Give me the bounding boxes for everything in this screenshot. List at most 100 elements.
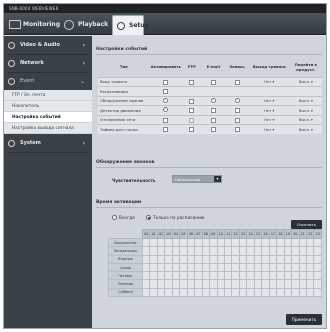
schedule-hour-header[interactable]: 11 [223, 229, 233, 239]
schedule-cell[interactable] [291, 246, 300, 256]
schedule-cell[interactable] [209, 246, 218, 256]
schedule-cell[interactable] [253, 279, 263, 289]
schedule-cell[interactable] [261, 287, 270, 298]
schedule-day-label[interactable]: Воскресенье [108, 237, 143, 248]
schedule-cell[interactable] [186, 279, 196, 289]
schedule-cell[interactable] [291, 262, 300, 273]
schedule-cell[interactable] [231, 246, 240, 256]
schedule-cell[interactable] [305, 254, 315, 264]
schedule-cell[interactable] [201, 271, 211, 281]
radio-always[interactable]: Всегда [112, 215, 135, 221]
schedule-day-label[interactable]: Вторник [108, 254, 143, 264]
schedule-cell[interactable] [261, 254, 270, 264]
schedule-cell[interactable] [246, 287, 255, 298]
schedule-cell[interactable] [223, 271, 233, 281]
schedule-hour-header[interactable]: 22 [305, 229, 315, 239]
schedule-cell[interactable] [223, 262, 233, 273]
schedule-cell[interactable] [268, 271, 278, 281]
schedule-cell[interactable] [223, 287, 233, 298]
schedule-hour-header[interactable]: 04 [171, 229, 181, 239]
schedule-cell[interactable] [261, 246, 270, 256]
schedule-cell[interactable] [216, 279, 226, 289]
schedule-hour-header[interactable]: 16 [261, 229, 270, 239]
schedule-cell[interactable] [209, 262, 218, 273]
schedule-cell[interactable] [253, 287, 263, 298]
schedule-cell[interactable] [141, 271, 151, 281]
schedule-cell[interactable] [141, 262, 151, 273]
schedule-hour-header[interactable]: 12 [231, 229, 240, 239]
activate-checkbox[interactable] [163, 89, 169, 94]
schedule-cell[interactable] [223, 279, 233, 289]
schedule-day-label[interactable]: Среда [108, 262, 143, 273]
schedule-cell[interactable] [141, 287, 151, 298]
schedule-cell[interactable] [268, 246, 278, 256]
schedule-hour-header[interactable]: 14 [246, 229, 255, 239]
schedule-cell[interactable] [223, 237, 233, 248]
schedule-hour-header[interactable]: 00 [141, 229, 151, 239]
schedule-cell[interactable] [164, 237, 173, 248]
schedule-cell[interactable] [298, 271, 308, 281]
schedule-cell[interactable] [291, 279, 300, 289]
schedule-hour-header[interactable]: 18 [276, 229, 285, 239]
schedule-cell[interactable] [305, 287, 315, 298]
schedule-cell[interactable] [171, 254, 181, 264]
schedule-cell[interactable] [216, 237, 226, 248]
schedule-cell[interactable] [313, 279, 322, 289]
schedule-cell[interactable] [194, 262, 203, 273]
schedule-cell[interactable] [276, 287, 285, 298]
schedule-cell[interactable] [246, 254, 255, 264]
schedule-cell[interactable] [209, 271, 218, 281]
tab-monitoring[interactable]: Monitoring [7, 15, 60, 35]
schedule-cell[interactable] [253, 262, 263, 273]
alarm-output-value[interactable]: Нет [264, 128, 271, 132]
schedule-cell[interactable] [156, 254, 166, 264]
schedule-hour-header[interactable]: 05 [179, 229, 188, 239]
schedule-cell[interactable] [276, 254, 285, 264]
schedule-cell[interactable] [216, 262, 226, 273]
schedule-cell[interactable] [276, 279, 285, 289]
schedule-cell[interactable] [223, 246, 233, 256]
schedule-cell[interactable] [201, 262, 211, 273]
schedule-cell[interactable] [179, 262, 188, 273]
schedule-cell[interactable] [238, 262, 248, 273]
schedule-cell[interactable] [179, 287, 188, 298]
sidebar-subitem-ftp-email[interactable]: FTP / Эл. почта [4, 90, 92, 101]
preset-value[interactable]: Выкл. [299, 128, 310, 132]
schedule-cell[interactable] [268, 254, 278, 264]
schedule-cell[interactable] [164, 262, 173, 273]
ftp-checkbox[interactable] [189, 108, 195, 113]
ftp-checkbox[interactable] [189, 79, 195, 85]
schedule-cell[interactable] [268, 237, 278, 248]
schedule-cell[interactable] [246, 262, 255, 273]
schedule-cell[interactable] [209, 254, 218, 264]
schedule-cell[interactable] [179, 246, 188, 256]
sidebar-subitem-alarm-output[interactable]: Настройка вывода сигнала тревоги [4, 123, 92, 142]
schedule-cell[interactable] [209, 279, 218, 289]
schedule-hour-header[interactable]: 08 [201, 229, 211, 239]
tab-playback[interactable]: Playback [62, 15, 110, 35]
activate-checkbox[interactable] [163, 117, 169, 123]
schedule-hour-header[interactable]: 01 [149, 229, 158, 239]
schedule-cell[interactable] [171, 262, 181, 273]
schedule-cell[interactable] [305, 271, 315, 281]
settings-icon[interactable] [163, 97, 169, 103]
email-checkbox[interactable] [210, 117, 216, 123]
ftp-checkbox[interactable] [189, 117, 195, 123]
preset-value[interactable]: Выкл. [299, 109, 310, 113]
schedule-hour-header[interactable]: 09 [209, 229, 218, 239]
schedule-cell[interactable] [313, 254, 322, 264]
schedule-cell[interactable] [283, 254, 293, 264]
record-checkbox[interactable] [234, 127, 240, 133]
alarm-output-value[interactable]: Нет [264, 109, 271, 113]
alarm-output-value[interactable]: Нет [264, 99, 271, 103]
schedule-cell[interactable] [298, 279, 308, 289]
schedule-cell[interactable] [313, 246, 322, 256]
schedule-cell[interactable] [231, 271, 240, 281]
record-checkbox[interactable] [234, 108, 240, 113]
schedule-hour-header[interactable]: 03 [164, 229, 173, 239]
settings-icon[interactable] [163, 107, 169, 113]
schedule-cell[interactable] [149, 271, 158, 281]
schedule-cell[interactable] [156, 279, 166, 289]
ftp-checkbox[interactable] [189, 98, 195, 104]
schedule-cell[interactable] [179, 271, 188, 281]
